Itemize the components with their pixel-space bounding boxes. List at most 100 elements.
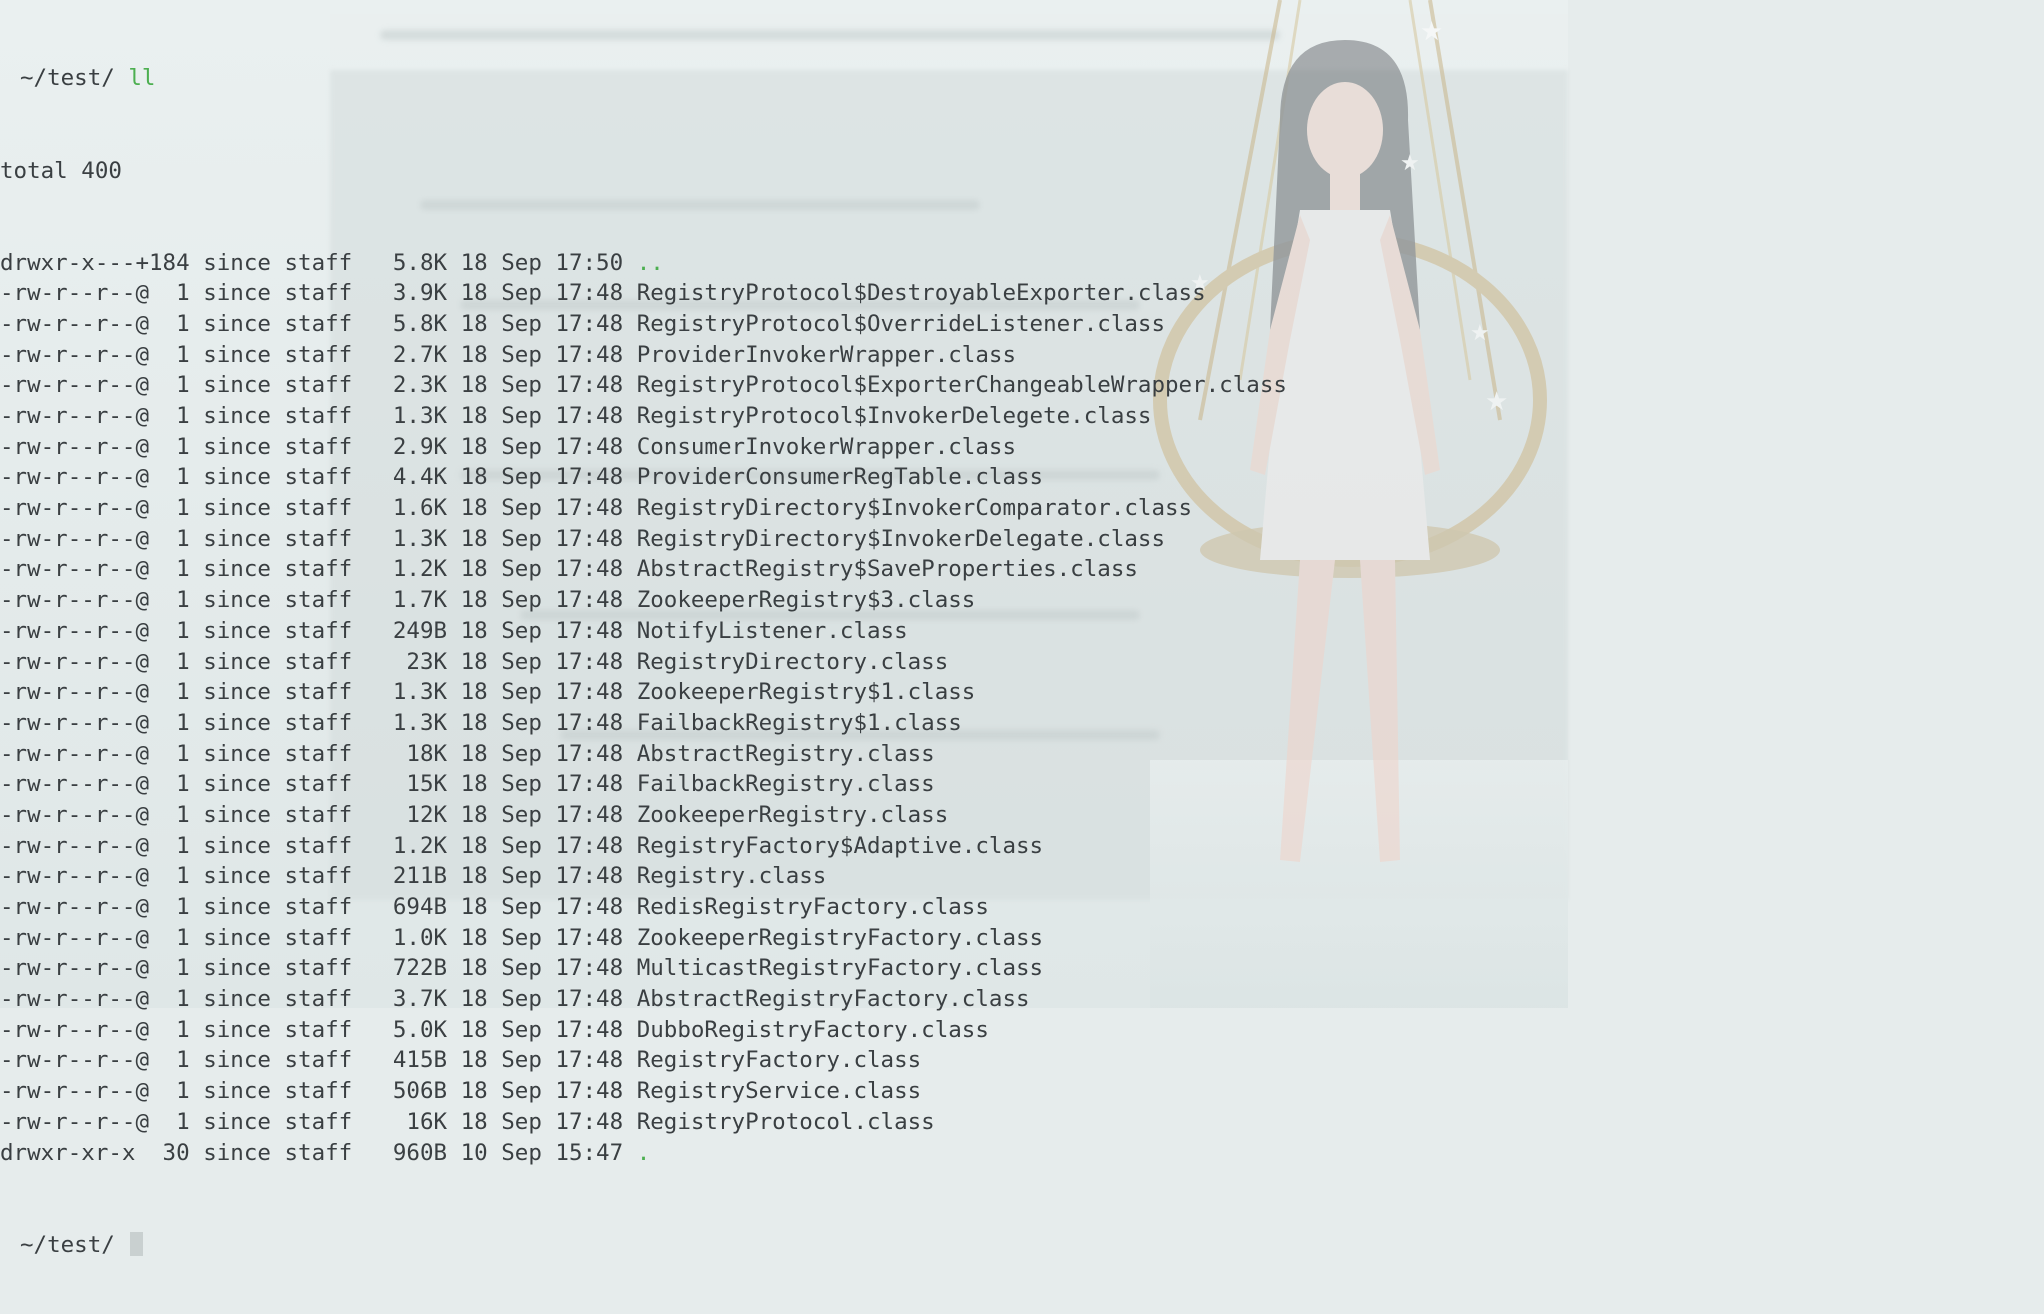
listing-row: -rw-r--r--@ 1 since staff 2.3K 18 Sep 17… bbox=[0, 370, 1287, 401]
listing-day: 18 bbox=[460, 924, 502, 951]
listing-group: staff bbox=[284, 955, 366, 982]
listing-group: staff bbox=[284, 617, 366, 644]
listing-day: 18 bbox=[460, 1108, 502, 1135]
listing-links: 1 bbox=[149, 495, 204, 522]
listing-name[interactable]: NotifyListener.class bbox=[637, 618, 908, 644]
listing-user: since bbox=[203, 986, 285, 1013]
listing-name[interactable]: ZookeeperRegistry$1.class bbox=[637, 679, 976, 705]
listing-name[interactable]: MulticastRegistryFactory.class bbox=[637, 955, 1043, 981]
listing-perm: -rw-r--r--@ bbox=[0, 863, 150, 890]
listing-name[interactable]: RegistryDirectory.class bbox=[637, 649, 949, 675]
listing-row: -rw-r--r--@ 1 since staff 1.6K 18 Sep 17… bbox=[0, 493, 1287, 524]
listing-name[interactable]: RegistryFactory$Adaptive.class bbox=[637, 833, 1043, 859]
listing-name[interactable]: RegistryProtocol$InvokerDelegete.class bbox=[637, 403, 1152, 429]
listing-user: since bbox=[203, 310, 285, 337]
listing-group: staff bbox=[284, 1047, 366, 1074]
listing-name[interactable]: .. bbox=[637, 250, 664, 276]
listing-group: staff bbox=[284, 771, 366, 798]
listing-name[interactable]: AbstractRegistry$SaveProperties.class bbox=[637, 556, 1138, 582]
listing-links: 1 bbox=[149, 709, 204, 736]
prompt-line: ~/test/ ll bbox=[0, 63, 1287, 94]
listing-month: Sep bbox=[501, 617, 556, 644]
listing-month: Sep bbox=[501, 801, 556, 828]
listing-name[interactable]: RegistryProtocol$ExporterChangeableWrapp… bbox=[637, 372, 1287, 398]
listing-row: -rw-r--r--@ 1 since staff 722B 18 Sep 17… bbox=[0, 953, 1287, 984]
listing-name[interactable]: RegistryProtocol.class bbox=[637, 1109, 935, 1135]
listing-month: Sep bbox=[501, 648, 556, 675]
listing-perm: -rw-r--r--@ bbox=[0, 1047, 150, 1074]
listing-perm: -rw-r--r--@ bbox=[0, 709, 150, 736]
listing-size: 5.8K bbox=[365, 249, 461, 276]
listing-user: since bbox=[203, 1016, 285, 1043]
prompt-line-current[interactable]: ~/test/ bbox=[0, 1230, 1287, 1261]
listing-name[interactable]: ZookeeperRegistry.class bbox=[637, 802, 949, 828]
listing-month: Sep bbox=[501, 556, 556, 583]
listing-group: staff bbox=[284, 1108, 366, 1135]
listing-perm: -rw-r--r--@ bbox=[0, 801, 150, 828]
listing-perm: -rw-r--r--@ bbox=[0, 894, 150, 921]
listing-name[interactable]: ConsumerInvokerWrapper.class bbox=[637, 434, 1016, 460]
listing-user: since bbox=[203, 771, 285, 798]
listing-name[interactable]: . bbox=[637, 1140, 651, 1166]
listing-time: 17:48 bbox=[555, 863, 637, 890]
listing-group: staff bbox=[284, 341, 366, 368]
listing-user: since bbox=[203, 1078, 285, 1105]
listing-month: Sep bbox=[501, 924, 556, 951]
listing-name[interactable]: DubboRegistryFactory.class bbox=[637, 1017, 989, 1043]
listing-group: staff bbox=[284, 894, 366, 921]
listing-links: 1 bbox=[149, 310, 204, 337]
listing-size: 16K bbox=[365, 1108, 461, 1135]
listing-name[interactable]: RegistryProtocol$OverrideListener.class bbox=[637, 311, 1165, 337]
listing-user: since bbox=[203, 341, 285, 368]
listing-name[interactable]: RegistryFactory.class bbox=[637, 1047, 921, 1073]
listing-name[interactable]: AbstractRegistry.class bbox=[637, 741, 935, 767]
listing-name[interactable]: Registry.class bbox=[637, 863, 827, 889]
listing-name[interactable]: RegistryService.class bbox=[637, 1078, 921, 1104]
listing-month: Sep bbox=[501, 587, 556, 614]
listing-month: Sep bbox=[501, 1108, 556, 1135]
listing-group: staff bbox=[284, 1016, 366, 1043]
listing-perm: -rw-r--r--@ bbox=[0, 556, 150, 583]
listing-name[interactable]: ZookeeperRegistry$3.class bbox=[637, 587, 976, 613]
listing-links: 1 bbox=[149, 771, 204, 798]
listing-links: 1 bbox=[149, 924, 204, 951]
listing-row: -rw-r--r--@ 1 since staff 2.9K 18 Sep 17… bbox=[0, 432, 1287, 463]
listing-perm: -rw-r--r--@ bbox=[0, 372, 150, 399]
listing-name[interactable]: ProviderInvokerWrapper.class bbox=[637, 342, 1016, 368]
listing-time: 15:47 bbox=[555, 1139, 637, 1166]
listing-name[interactable]: RegistryDirectory$InvokerComparator.clas… bbox=[637, 495, 1192, 521]
listing-month: Sep bbox=[501, 863, 556, 890]
listing-links: 1 bbox=[149, 801, 204, 828]
listing-user: since bbox=[203, 924, 285, 951]
listing-row: -rw-r--r--@ 1 since staff 249B 18 Sep 17… bbox=[0, 616, 1287, 647]
listing-perm: drwxr-x---+ bbox=[0, 249, 150, 276]
listing-month: Sep bbox=[501, 249, 556, 276]
listing-perm: -rw-r--r--@ bbox=[0, 1078, 150, 1105]
listing-group: staff bbox=[284, 310, 366, 337]
listing-perm: -rw-r--r--@ bbox=[0, 924, 150, 951]
listing-group: staff bbox=[284, 1139, 366, 1166]
terminal-output[interactable]: ~/test/ ll total 400 drwxr-x---+184 sinc… bbox=[0, 2, 1287, 1291]
listing-user: since bbox=[203, 1139, 285, 1166]
listing-size: 249B bbox=[365, 617, 461, 644]
listing-time: 17:48 bbox=[555, 709, 637, 736]
listing-name[interactable]: ProviderConsumerRegTable.class bbox=[637, 464, 1043, 490]
listing-name[interactable]: FailbackRegistry.class bbox=[637, 771, 935, 797]
listing-day: 18 bbox=[460, 1016, 502, 1043]
listing-day: 18 bbox=[460, 1047, 502, 1074]
listing-name[interactable]: RegistryDirectory$InvokerDelegate.class bbox=[637, 526, 1165, 552]
listing-name[interactable]: ZookeeperRegistryFactory.class bbox=[637, 925, 1043, 951]
listing-name[interactable]: RegistryProtocol$DestroyableExporter.cla… bbox=[637, 280, 1206, 306]
listing-size: 722B bbox=[365, 955, 461, 982]
listing-name[interactable]: RedisRegistryFactory.class bbox=[637, 894, 989, 920]
listing-row: -rw-r--r--@ 1 since staff 506B 18 Sep 17… bbox=[0, 1076, 1287, 1107]
listing-name[interactable]: AbstractRegistryFactory.class bbox=[637, 986, 1030, 1012]
listing-day: 18 bbox=[460, 280, 502, 307]
listing-time: 17:48 bbox=[555, 372, 637, 399]
listing-month: Sep bbox=[501, 894, 556, 921]
listing-day: 18 bbox=[460, 894, 502, 921]
listing-month: Sep bbox=[501, 832, 556, 859]
listing-day: 18 bbox=[460, 740, 502, 767]
listing-name[interactable]: FailbackRegistry$1.class bbox=[637, 710, 962, 736]
listing-time: 17:48 bbox=[555, 310, 637, 337]
